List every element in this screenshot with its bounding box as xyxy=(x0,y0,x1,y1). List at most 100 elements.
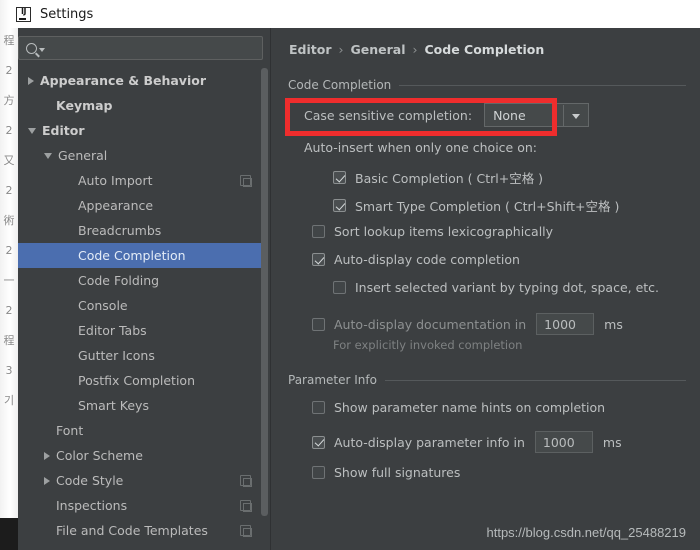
background-glyph: 2 xyxy=(5,304,13,317)
section-header-parameter-info: Parameter Info xyxy=(288,373,686,387)
smart-type-completion-checkbox[interactable] xyxy=(333,199,346,212)
auto-display-parameter-info-label: Auto-display parameter info in xyxy=(334,434,525,450)
settings-dialog-screen: 程 2 方 2 又 2 術 2 一 2 程 3 기 Settings Appearance & Beha… xyxy=(0,0,700,550)
auto-display-parameter-info-input[interactable]: 1000 xyxy=(534,431,593,453)
breadcrumb-item-general[interactable]: General xyxy=(351,42,406,57)
sidebar-item-label: Code Style xyxy=(56,473,124,488)
auto-display-code-completion-row[interactable]: Auto-display code completion xyxy=(312,252,520,267)
sidebar-item-label: General xyxy=(58,148,108,163)
background-glyph: 3 xyxy=(5,364,13,377)
sidebar-item-label: Color Scheme xyxy=(56,448,143,463)
auto-insert-label: Auto-insert when only one choice on: xyxy=(304,140,537,155)
sidebar-item-general[interactable]: General xyxy=(18,143,263,168)
show-parameter-hints-row[interactable]: Show parameter name hints on completion xyxy=(312,400,605,415)
sort-lookup-row[interactable]: Sort lookup items lexicographically xyxy=(312,224,553,239)
sidebar-item-label: Inspections xyxy=(56,498,128,513)
sidebar-item-label: Code Folding xyxy=(78,273,160,288)
background-page-glyphs: 程 2 方 2 又 2 術 2 一 2 程 3 기 xyxy=(0,26,18,526)
basic-completion-checkbox[interactable] xyxy=(333,171,346,184)
background-glyph: 又 xyxy=(3,154,15,167)
auto-insert-label-row: Auto-insert when only one choice on: xyxy=(304,140,537,155)
smart-type-completion-row[interactable]: Smart Type Completion ( Ctrl+Shift+空格 ) xyxy=(333,196,619,215)
sidebar-item-gutter-icons[interactable]: Gutter Icons xyxy=(18,343,263,368)
background-glyph: 方 xyxy=(3,94,15,107)
settings-tree[interactable]: Appearance & Behavior Keymap Editor General… xyxy=(18,68,263,550)
sidebar-item-keymap[interactable]: Keymap xyxy=(18,93,263,118)
sidebar-item-postfix-completion[interactable]: Postfix Completion xyxy=(18,368,263,393)
sidebar-item-label: Font xyxy=(56,423,84,438)
settings-dialog: Appearance & Behavior Keymap Editor General… xyxy=(18,28,700,550)
chevron-right-icon[interactable] xyxy=(44,451,50,460)
section-title-parameter-info: Parameter Info xyxy=(288,373,377,387)
insert-selected-variant-row[interactable]: Insert selected variant by typing dot, s… xyxy=(333,280,659,295)
sidebar-item-code-folding[interactable]: Code Folding xyxy=(18,268,263,293)
auto-display-parameter-info-checkbox[interactable] xyxy=(312,435,325,449)
sort-lookup-checkbox[interactable] xyxy=(312,225,325,238)
auto-display-documentation-row[interactable]: Auto-display documentation in 1000 ms xyxy=(312,313,623,335)
breadcrumb-item-editor[interactable]: Editor xyxy=(289,42,332,57)
sidebar-item-appearance-behavior[interactable]: Appearance & Behavior xyxy=(18,68,263,93)
chevron-down-icon[interactable] xyxy=(44,152,52,159)
auto-display-documentation-label: Auto-display documentation in xyxy=(334,316,527,332)
sidebar-item-file-and-code-templates[interactable]: File and Code Templates xyxy=(18,518,263,543)
copy-settings-icon[interactable] xyxy=(240,525,252,537)
watermark: https://blog.csdn.net/qq_25488219 xyxy=(486,525,687,540)
background-glyph: 程 xyxy=(3,34,15,47)
auto-display-documentation-checkbox[interactable] xyxy=(312,317,325,331)
background-glyph: 2 xyxy=(5,64,13,77)
chevron-down-icon[interactable] xyxy=(28,127,36,134)
section-rule xyxy=(399,84,686,86)
show-full-signatures-row[interactable]: Show full signatures xyxy=(312,465,460,480)
sidebar-item-console[interactable]: Console xyxy=(18,293,263,318)
breadcrumb-separator-icon: › xyxy=(412,42,418,57)
auto-display-parameter-info-value: 1000 xyxy=(542,434,575,450)
settings-search-box[interactable] xyxy=(18,36,263,60)
background-page-strip: 程 2 方 2 又 2 術 2 一 2 程 3 기 xyxy=(0,0,18,550)
sidebar-item-label: Auto Import xyxy=(78,173,153,188)
chevron-right-icon[interactable] xyxy=(44,476,50,485)
auto-display-code-completion-checkbox[interactable] xyxy=(312,253,325,266)
tree-scrollbar-thumb[interactable] xyxy=(261,68,268,516)
settings-tree-panel: Appearance & Behavior Keymap Editor General… xyxy=(18,28,270,550)
auto-display-parameter-info-row[interactable]: Auto-display parameter info in 1000 ms xyxy=(312,431,622,453)
case-sensitive-completion-row: Case sensitive completion: None xyxy=(304,103,590,127)
basic-completion-row[interactable]: Basic Completion ( Ctrl+空格 ) xyxy=(333,168,543,187)
show-parameter-hints-checkbox[interactable] xyxy=(312,401,325,414)
background-glyph: 術 xyxy=(3,214,15,227)
sidebar-item-smart-keys[interactable]: Smart Keys xyxy=(18,393,263,418)
auto-display-documentation-input[interactable]: 1000 xyxy=(536,313,595,335)
insert-selected-variant-checkbox[interactable] xyxy=(333,281,346,294)
sidebar-item-auto-import[interactable]: Auto Import xyxy=(18,168,263,193)
case-sensitive-completion-dropdown[interactable]: None xyxy=(484,103,590,127)
copy-settings-icon[interactable] xyxy=(240,475,252,487)
auto-display-documentation-unit: ms xyxy=(604,316,623,332)
search-input[interactable] xyxy=(50,41,240,55)
breadcrumb: Editor › General › Code Completion xyxy=(289,42,544,57)
background-glyph: 2 xyxy=(5,184,13,197)
copy-settings-icon[interactable] xyxy=(240,500,252,512)
sidebar-item-editor[interactable]: Editor xyxy=(18,118,263,143)
auto-display-documentation-value: 1000 xyxy=(544,316,576,332)
sidebar-item-label: Appearance & Behavior xyxy=(40,73,206,88)
copy-settings-icon[interactable] xyxy=(240,175,252,187)
sidebar-item-color-scheme[interactable]: Color Scheme xyxy=(18,443,263,468)
sidebar-item-code-style[interactable]: Code Style xyxy=(18,468,263,493)
section-rule xyxy=(384,379,686,381)
sidebar-item-label: Code Completion xyxy=(78,248,186,263)
sidebar-item-inspections[interactable]: Inspections xyxy=(18,493,263,518)
background-glyph: 程 xyxy=(3,334,15,347)
chevron-down-icon[interactable] xyxy=(572,114,581,119)
sidebar-item-label: Editor Tabs xyxy=(78,323,147,338)
settings-content-panel: Editor › General › Code Completion Code … xyxy=(271,28,700,550)
sidebar-item-breadcrumbs[interactable]: Breadcrumbs xyxy=(18,218,263,243)
sidebar-item-label: File and Code Templates xyxy=(56,523,208,538)
sidebar-item-code-completion[interactable]: Code Completion xyxy=(18,243,263,268)
sidebar-item-appearance[interactable]: Appearance xyxy=(18,193,263,218)
sidebar-item-editor-tabs[interactable]: Editor Tabs xyxy=(18,318,263,343)
background-glyph: 2 xyxy=(5,124,13,137)
chevron-right-icon[interactable] xyxy=(28,76,34,85)
tree-scrollbar[interactable] xyxy=(261,68,268,546)
chevron-down-icon[interactable] xyxy=(39,48,45,52)
show-full-signatures-checkbox[interactable] xyxy=(312,466,325,479)
sidebar-item-font[interactable]: Font xyxy=(18,418,263,443)
